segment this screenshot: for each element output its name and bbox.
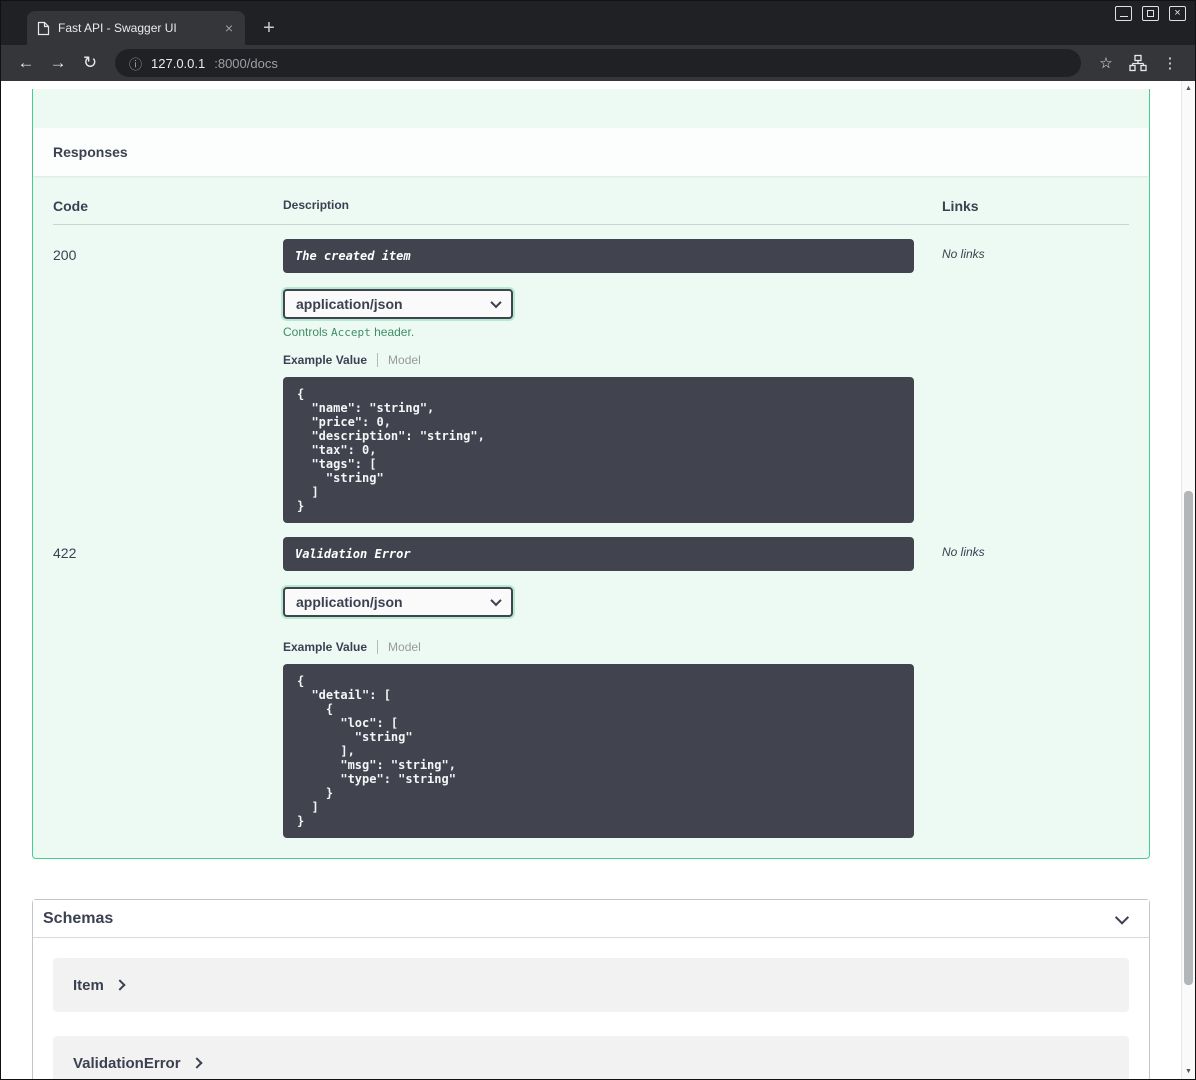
tab-model[interactable]: Model	[377, 353, 421, 367]
swagger-page: Responses Code Description Links 200 The…	[1, 81, 1195, 1079]
maximize-icon	[1147, 10, 1154, 17]
example-json-422: { "detail": [ { "loc": [ "string" ], "ms…	[283, 664, 914, 838]
menu-kebab-icon[interactable]: ⋮	[1155, 49, 1185, 77]
new-tab-button[interactable]: +	[257, 18, 281, 38]
site-info-icon[interactable]: ⓘ	[129, 54, 142, 73]
model-name: ValidationError	[73, 1054, 181, 1072]
col-header-code: Code	[53, 198, 88, 214]
scrollbar-thumb[interactable]	[1184, 491, 1193, 985]
responses-table: Code Description Links 200 The created i…	[33, 176, 1149, 848]
url-path: :8000/docs	[214, 55, 278, 71]
responses-section-header: Responses	[33, 128, 1149, 176]
response-code: 422	[53, 545, 77, 561]
tab-title: Fast API - Swagger UI	[58, 21, 177, 35]
tab-close-icon[interactable]: ×	[221, 20, 237, 36]
url-bar[interactable]: ⓘ 127.0.0.1 :8000/docs	[115, 49, 1081, 77]
model-name: Item	[73, 976, 104, 994]
response-description: Validation Error	[283, 537, 914, 571]
schemas-header[interactable]: Schemas	[33, 900, 1149, 938]
tab-example-value[interactable]: Example Value	[283, 353, 367, 367]
schemas-body: Item ValidationError	[33, 938, 1149, 1079]
close-icon: ×	[1174, 7, 1181, 19]
response-description-text: The created item	[295, 249, 411, 263]
example-model-tabs: Example Value Model	[283, 353, 914, 367]
forward-button[interactable]: →	[43, 49, 73, 77]
tab-model[interactable]: Model	[377, 640, 421, 654]
tab-bar: Fast API - Swagger UI × + ×	[1, 1, 1195, 45]
tab-example-value[interactable]: Example Value	[283, 640, 367, 654]
response-row-200: 200 The created item application/json Co…	[53, 225, 1129, 523]
browser-toolbar: ← → ↻ ⓘ 127.0.0.1 :8000/docs ☆ ⋮	[1, 45, 1195, 81]
controls-note-code: Accept	[331, 326, 371, 339]
chevron-down-icon	[490, 594, 502, 607]
example-model-tabs: Example Value Model	[283, 640, 914, 654]
window-maximize-button[interactable]	[1142, 6, 1159, 21]
minimize-icon	[1119, 15, 1128, 17]
example-json-200: { "name": "string", "price": 0, "descrip…	[283, 377, 914, 523]
page-viewport: Responses Code Description Links 200 The…	[1, 81, 1195, 1079]
response-description-text: Validation Error	[295, 547, 411, 561]
page-scrollbar[interactable]: ▲ ▼	[1181, 81, 1195, 1079]
chevron-right-icon	[190, 1057, 203, 1069]
response-row-422: 422 Validation Error application/json Ex…	[53, 523, 1129, 838]
chevron-down-icon[interactable]	[1114, 910, 1130, 925]
schemas-section: Schemas Item ValidationError	[32, 899, 1150, 1079]
response-description: The created item	[283, 239, 914, 273]
responses-table-header: Code Description Links	[53, 184, 1129, 225]
page-favicon-icon	[37, 21, 50, 36]
extensions-icon[interactable]	[1123, 49, 1153, 77]
back-button[interactable]: ←	[11, 49, 41, 77]
window-minimize-button[interactable]	[1115, 6, 1132, 21]
browser-tab[interactable]: Fast API - Swagger UI ×	[27, 11, 245, 45]
window-controls: ×	[1115, 6, 1186, 21]
controls-accept-note: Controls Accept header.	[283, 325, 914, 339]
bookmark-star-icon[interactable]: ☆	[1091, 49, 1121, 77]
opblock-post-responses: Responses Code Description Links 200 The…	[32, 89, 1150, 859]
response-description-cell: The created item application/json Contro…	[283, 225, 942, 523]
responses-title: Responses	[53, 144, 128, 160]
browser-window: Fast API - Swagger UI × + × ← → ↻ ⓘ 127.…	[0, 0, 1196, 1080]
model-validationerror[interactable]: ValidationError	[53, 1036, 1129, 1079]
chevron-down-icon	[490, 296, 502, 309]
col-header-description: Description	[283, 198, 350, 212]
media-type-value: application/json	[296, 296, 403, 312]
response-links: No links	[942, 545, 985, 559]
media-type-select[interactable]: application/json	[283, 289, 513, 319]
window-close-button[interactable]: ×	[1169, 6, 1186, 21]
scroll-up-arrow-icon[interactable]: ▲	[1182, 85, 1195, 92]
scroll-down-arrow-icon[interactable]: ▼	[1182, 1068, 1195, 1075]
schemas-title: Schemas	[43, 909, 114, 927]
response-code: 200	[53, 247, 77, 263]
response-description-cell: Validation Error application/json Exampl…	[283, 523, 942, 838]
media-type-value: application/json	[296, 594, 403, 610]
url-text: 127.0.0.1	[151, 55, 206, 71]
reload-button[interactable]: ↻	[75, 49, 105, 77]
controls-note-prefix: Controls	[283, 325, 332, 339]
media-type-select[interactable]: application/json	[283, 587, 513, 617]
chevron-right-icon	[114, 979, 126, 991]
controls-note-suffix: header.	[370, 325, 415, 339]
col-header-links: Links	[942, 198, 979, 214]
response-links: No links	[942, 247, 985, 261]
model-item[interactable]: Item	[53, 958, 1129, 1012]
